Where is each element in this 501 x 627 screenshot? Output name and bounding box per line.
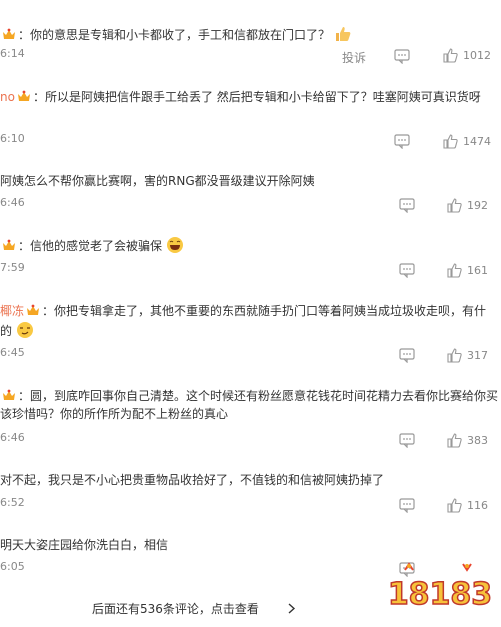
smirk-emoji-icon xyxy=(16,322,33,338)
comment-text: 该珍惜吗？你的所作所为配不上粉丝的真心 xyxy=(0,407,229,421)
like-count: 1012 xyxy=(463,49,491,62)
like-count: 192 xyxy=(467,199,488,212)
comment-text: ：圆，到底咋回事你自己清楚。这个时候还有粉丝愿意花钱花时间花精力去看你比赛给你买 xyxy=(18,389,499,403)
comment-time: 6:05 xyxy=(0,560,25,573)
like-button[interactable]: 317 xyxy=(447,348,488,363)
like-button[interactable]: 383 xyxy=(447,433,488,448)
comment-username[interactable]: no xyxy=(0,90,15,104)
comment-text: ：所以是阿姨把信件跟手工给丢了 然后把专辑和小卡给留下了？哇塞阿姨可真识货呀 xyxy=(32,90,481,104)
comment-text-line: ：信他的感觉老了会被骗保 xyxy=(0,236,184,254)
watermark-text: 18183 xyxy=(388,577,492,612)
comment-text-line: 椰冻 ：你把专辑拿走了，其他不重要的东西就随手扔门口等着阿姨当成垃圾收走呗，有什 xyxy=(0,303,486,319)
thumbs-up-icon xyxy=(443,134,458,149)
comment-time: 6:10 xyxy=(0,132,25,145)
thumbs-up-icon xyxy=(447,348,462,363)
comment-text-line: no ：所以是阿姨把信件跟手工给丢了 然后把专辑和小卡给留下了？哇塞阿姨可真识货呀 xyxy=(0,89,481,105)
comment-text: 对不起，我只是不小心把贵重物品收拾好了，不值钱的和信被阿姨扔掉了 xyxy=(0,473,385,487)
crown-badge-icon xyxy=(27,304,40,315)
comment-icon[interactable] xyxy=(399,263,415,278)
like-button[interactable]: 192 xyxy=(447,198,488,213)
thumbs-up-icon xyxy=(447,198,462,213)
crown-badge-icon xyxy=(3,239,15,250)
comment-text-line: 的 xyxy=(0,321,34,339)
comment-text: 阿姨怎么不帮你赢比赛啊，害的RNG都没晋级建议开除阿姨 xyxy=(0,174,315,188)
comment-text: 的 xyxy=(0,324,13,338)
comment-text: 明天大姿庄园给你洗白白，相信 xyxy=(0,538,169,552)
crown-badge-icon xyxy=(3,389,15,400)
more-comments-text: 后面还有536条评论，点击查看 xyxy=(92,602,259,616)
comment-icon[interactable] xyxy=(399,433,415,448)
like-count: 1474 xyxy=(463,135,491,148)
thumbs-up-icon xyxy=(447,433,462,448)
like-count: 383 xyxy=(467,434,488,447)
crown-badge-icon xyxy=(3,28,15,39)
comment-text: ：你把专辑拿走了，其他不重要的东西就随手扔门口等着阿姨当成垃圾收走呗，有什 xyxy=(42,304,487,318)
comment-text: ：信他的感觉老了会被骗保 xyxy=(18,239,163,253)
comment-text-line: ：你的意思是专辑和小卡都收了，手工和信都放在门口了？ xyxy=(0,25,352,43)
thumbs-up-icon xyxy=(447,498,462,513)
comment-time: 6:52 xyxy=(0,496,25,509)
like-button[interactable]: 1474 xyxy=(443,134,491,149)
comment-icon[interactable] xyxy=(394,134,410,149)
comment-time: 6:46 xyxy=(0,196,25,209)
comment-text: ：你的意思是专辑和小卡都收了，手工和信都放在门口了？ xyxy=(18,28,331,42)
watermark-logo: 18183 xyxy=(387,562,493,613)
comment-time: 6:14 xyxy=(0,47,25,60)
comment-icon[interactable] xyxy=(399,198,415,213)
like-button[interactable]: 1012 xyxy=(443,48,491,63)
comment-icon[interactable] xyxy=(399,498,415,513)
comment-icon[interactable] xyxy=(394,49,410,64)
report-button[interactable]: 投诉 xyxy=(342,49,366,66)
like-button[interactable]: 161 xyxy=(447,263,488,278)
laughing-emoji-icon xyxy=(166,237,183,253)
thumbs-up-emoji-icon xyxy=(335,27,351,41)
chevron-right-icon xyxy=(288,603,296,614)
like-count: 161 xyxy=(467,264,488,277)
comment-time: 7:59 xyxy=(0,261,25,274)
comment-text-line: ：圆，到底咋回事你自己清楚。这个时候还有粉丝愿意花钱花时间花精力去看你比赛给你买 xyxy=(0,388,498,404)
like-count: 317 xyxy=(467,349,488,362)
thumbs-up-icon xyxy=(443,48,458,63)
crown-badge-icon xyxy=(17,90,30,101)
like-button[interactable]: 116 xyxy=(447,498,488,513)
comment-icon[interactable] xyxy=(399,348,415,363)
comment-time: 6:46 xyxy=(0,431,25,444)
comment-username[interactable]: 椰冻 xyxy=(0,304,24,318)
like-count: 116 xyxy=(467,499,488,512)
comment-time: 6:45 xyxy=(0,346,25,359)
thumbs-up-icon xyxy=(447,263,462,278)
